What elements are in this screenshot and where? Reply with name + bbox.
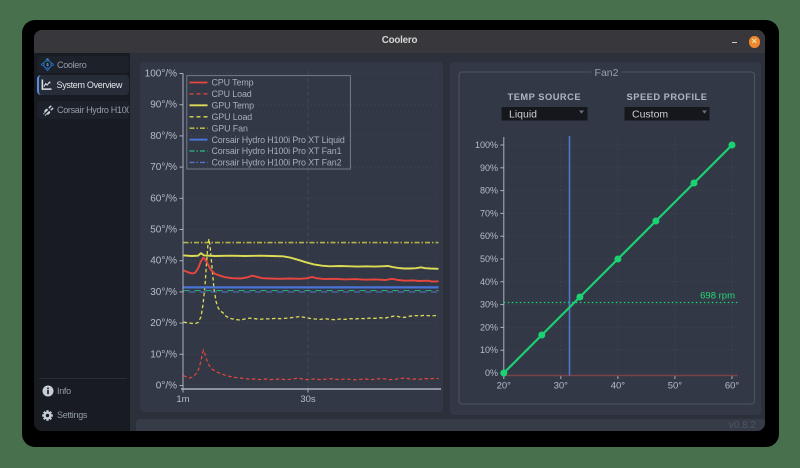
svg-text:20%: 20% — [479, 322, 497, 332]
svg-text:30%: 30% — [479, 300, 497, 310]
svg-text:80%: 80% — [479, 186, 497, 196]
svg-text:CPU Temp: CPU Temp — [211, 78, 253, 88]
svg-text:Liquid: Liquid — [509, 108, 537, 120]
svg-text:100°/%: 100°/% — [144, 69, 176, 80]
svg-text:50°/%: 50°/% — [150, 225, 177, 236]
svg-text:1m: 1m — [176, 394, 189, 405]
svg-text:30s: 30s — [300, 394, 316, 405]
svg-text:0%: 0% — [484, 368, 497, 378]
svg-text:CPU Load: CPU Load — [211, 89, 251, 99]
svg-text:80°/%: 80°/% — [150, 131, 177, 142]
svg-text:SPEED PROFILE: SPEED PROFILE — [626, 92, 707, 102]
svg-text:60%: 60% — [479, 231, 497, 241]
svg-text:GPU Temp: GPU Temp — [211, 101, 254, 111]
svg-text:40°: 40° — [610, 381, 625, 392]
svg-text:40°/%: 40°/% — [150, 256, 177, 267]
svg-text:50°: 50° — [667, 381, 682, 392]
svg-text:30°: 30° — [553, 381, 568, 392]
svg-text:Fan2: Fan2 — [594, 67, 618, 79]
svg-text:10%: 10% — [479, 345, 497, 355]
svg-text:20°/%: 20°/% — [150, 318, 177, 329]
svg-text:Custom: Custom — [632, 108, 668, 120]
svg-text:698 rpm: 698 rpm — [700, 291, 735, 302]
svg-text:70°/%: 70°/% — [150, 162, 177, 173]
svg-text:TEMP SOURCE: TEMP SOURCE — [507, 92, 581, 102]
svg-text:Corsair Hydro H100i Pro XT Fan: Corsair Hydro H100i Pro XT Fan1 — [211, 146, 341, 156]
svg-text:0°/%: 0°/% — [155, 381, 176, 392]
svg-text:Corsair Hydro H100i Pro XT Fan: Corsair Hydro H100i Pro XT Fan2 — [211, 158, 341, 168]
svg-text:40%: 40% — [479, 277, 497, 287]
svg-text:Corsair Hydro H100i Pro XT Liq: Corsair Hydro H100i Pro XT Liquid — [211, 135, 344, 145]
svg-text:30°/%: 30°/% — [150, 287, 177, 298]
svg-text:GPU Load: GPU Load — [211, 112, 252, 122]
svg-text:90°/%: 90°/% — [150, 100, 177, 111]
svg-text:10°/%: 10°/% — [150, 349, 177, 360]
svg-text:60°: 60° — [724, 381, 739, 392]
svg-text:20°: 20° — [496, 381, 511, 392]
svg-text:60°/%: 60°/% — [150, 193, 177, 204]
svg-text:50%: 50% — [479, 254, 497, 264]
svg-text:100%: 100% — [474, 140, 497, 150]
svg-text:90%: 90% — [479, 163, 497, 173]
svg-text:70%: 70% — [479, 208, 497, 218]
svg-text:GPU Fan: GPU Fan — [211, 123, 247, 133]
